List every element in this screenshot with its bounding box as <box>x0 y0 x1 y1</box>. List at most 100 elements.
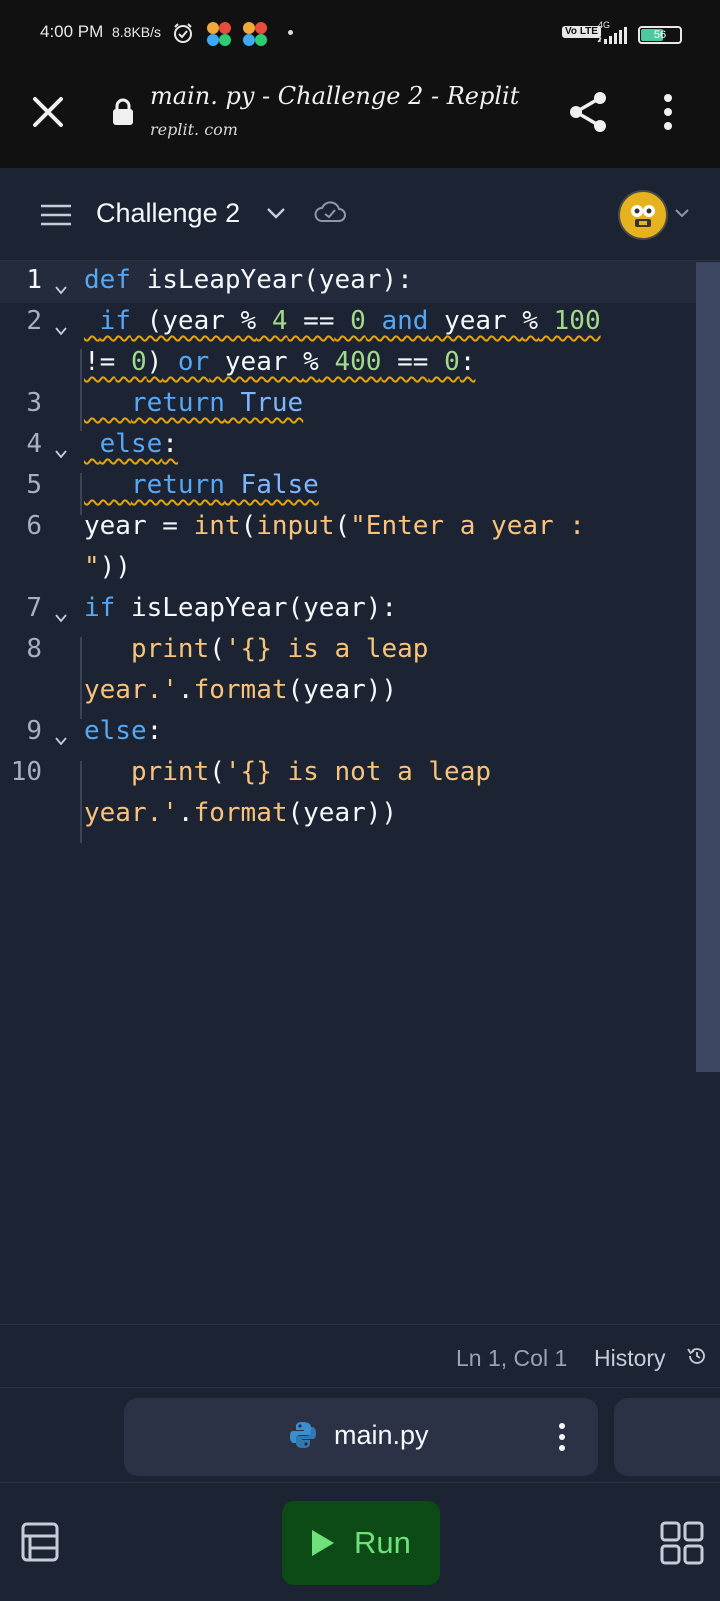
fold-chevron-icon[interactable] <box>54 326 68 336</box>
status-time: 4:00 PM <box>40 22 104 41</box>
line-number: 2 <box>26 306 42 336</box>
code-line-1[interactable]: def isLeapYear(year): <box>84 265 413 295</box>
layout-icon[interactable] <box>20 1521 60 1563</box>
fold-chevron-icon[interactable] <box>54 736 68 746</box>
browser-toolbar: main. py - Challenge 2 - Replit replit. … <box>0 68 720 168</box>
code-token: False <box>224 470 319 500</box>
code-token: ) <box>146 347 163 377</box>
chevron-down-icon[interactable] <box>674 208 690 218</box>
code-token: format <box>193 675 288 705</box>
file-tab-label[interactable]: main.py <box>334 1420 429 1451</box>
indent-guide <box>80 473 82 515</box>
line-number: 7 <box>26 593 42 623</box>
code-token: 0 <box>334 306 366 336</box>
code-token: '{} is not a leap <box>224 757 492 787</box>
history-button[interactable]: History <box>594 1345 666 1372</box>
code-token: if <box>99 306 131 336</box>
fold-chevron-icon[interactable] <box>54 613 68 623</box>
code-editor[interactable]: 1 2 3 4 5 6 7 8 9 10 def isLeapYear(year… <box>0 261 696 1321</box>
indent-guide <box>80 761 82 843</box>
code-token: int <box>177 511 241 541</box>
page-domain[interactable]: replit. com <box>150 120 238 139</box>
kebab-icon[interactable] <box>558 1422 566 1452</box>
battery-level: 56 <box>653 29 667 41</box>
code-token: 400 <box>318 347 382 377</box>
fold-chevron-icon[interactable] <box>54 449 68 459</box>
app-notification-icon <box>207 22 231 46</box>
project-name[interactable]: Challenge 2 <box>96 198 240 229</box>
code-line-8[interactable]: print('{} is a leap <box>84 634 428 664</box>
code-token: return <box>130 388 225 418</box>
code-token: (year)) <box>287 675 398 705</box>
code-token: year.' <box>84 798 178 828</box>
fold-chevron-icon[interactable] <box>54 285 68 295</box>
menu-icon[interactable] <box>40 204 72 226</box>
code-token: . <box>177 675 194 705</box>
code-token: " <box>84 552 100 582</box>
code-token: input <box>256 511 335 541</box>
share-icon[interactable] <box>566 90 610 134</box>
code-token: 0 <box>428 347 460 377</box>
code-token: year.' <box>84 675 178 705</box>
status-speed: 8.8KB/s <box>112 24 162 40</box>
code-token: else <box>84 716 147 746</box>
code-token: : <box>162 429 178 459</box>
line-number: 3 <box>26 388 42 418</box>
history-icon[interactable] <box>686 1345 708 1367</box>
code-token: )) <box>99 552 131 582</box>
line-number: 10 <box>10 757 42 787</box>
code-line-10-wrap[interactable]: year.'.format(year)) <box>84 798 397 828</box>
code-token: else <box>99 429 163 459</box>
editor-status-line: Ln 1, Col 1 History <box>0 1324 720 1388</box>
editor-scrollbar[interactable] <box>696 262 720 1072</box>
alarm-icon <box>174 23 192 43</box>
line-number: 9 <box>26 716 42 746</box>
cloud-check-icon[interactable] <box>314 200 346 224</box>
indent-guide <box>80 349 82 431</box>
chevron-down-icon[interactable] <box>266 206 286 220</box>
code-token: != <box>84 347 116 377</box>
code-token: return <box>130 470 225 500</box>
code-line-6[interactable]: year = int(input("Enter a year : <box>84 511 585 541</box>
code-token: (year)) <box>287 798 398 828</box>
code-line-2[interactable]: if (year % 4 == 0 and year % 100 <box>84 306 601 336</box>
code-line-10[interactable]: print('{} is not a leap <box>84 757 491 787</box>
code-line-6-wrap[interactable]: ")) <box>84 552 131 582</box>
play-icon <box>312 1530 334 1556</box>
code-token: ( <box>209 757 225 787</box>
code-token: . <box>177 798 194 828</box>
code-token: ( <box>334 511 351 541</box>
code-token: % <box>240 306 257 336</box>
code-line-7[interactable]: if isLeapYear(year): <box>84 593 397 623</box>
code-token: = <box>162 511 178 541</box>
more-vert-icon[interactable] <box>660 90 676 134</box>
battery-icon: 56 <box>638 26 682 44</box>
code-token: isLeapYear <box>115 593 288 623</box>
code-token: True <box>224 388 304 418</box>
workspace-header: Challenge 2 <box>0 168 720 261</box>
code-line-2-wrap[interactable]: != 0) or year % 400 == 0: <box>84 347 475 377</box>
code-line-8-wrap[interactable]: year.'.format(year)) <box>84 675 397 705</box>
avatar[interactable] <box>618 190 668 240</box>
code-line-4[interactable]: else: <box>84 429 178 459</box>
code-token: and <box>365 306 429 336</box>
code-token: (year <box>130 306 241 336</box>
grid-icon[interactable] <box>660 1521 704 1565</box>
bottom-toolbar: Run <box>0 1482 720 1601</box>
run-label: Run <box>354 1525 411 1560</box>
file-tab-partial[interactable] <box>614 1398 720 1476</box>
signal-icon <box>596 26 627 44</box>
code-line-9[interactable]: else: <box>84 716 162 746</box>
code-token: == <box>381 347 429 377</box>
page-title[interactable]: main. py - Challenge 2 - Replit <box>150 82 519 110</box>
line-number: 5 <box>26 470 42 500</box>
code-token: 0 <box>115 347 147 377</box>
code-line-5[interactable]: return False <box>84 470 319 500</box>
code-token: year <box>209 347 304 377</box>
code-token: year <box>84 511 163 541</box>
close-icon[interactable] <box>30 94 66 130</box>
run-button[interactable]: Run <box>282 1501 440 1585</box>
code-line-3[interactable]: return True <box>84 388 303 418</box>
file-tabs: main.py <box>0 1388 720 1480</box>
app-notification-icon <box>243 22 267 46</box>
